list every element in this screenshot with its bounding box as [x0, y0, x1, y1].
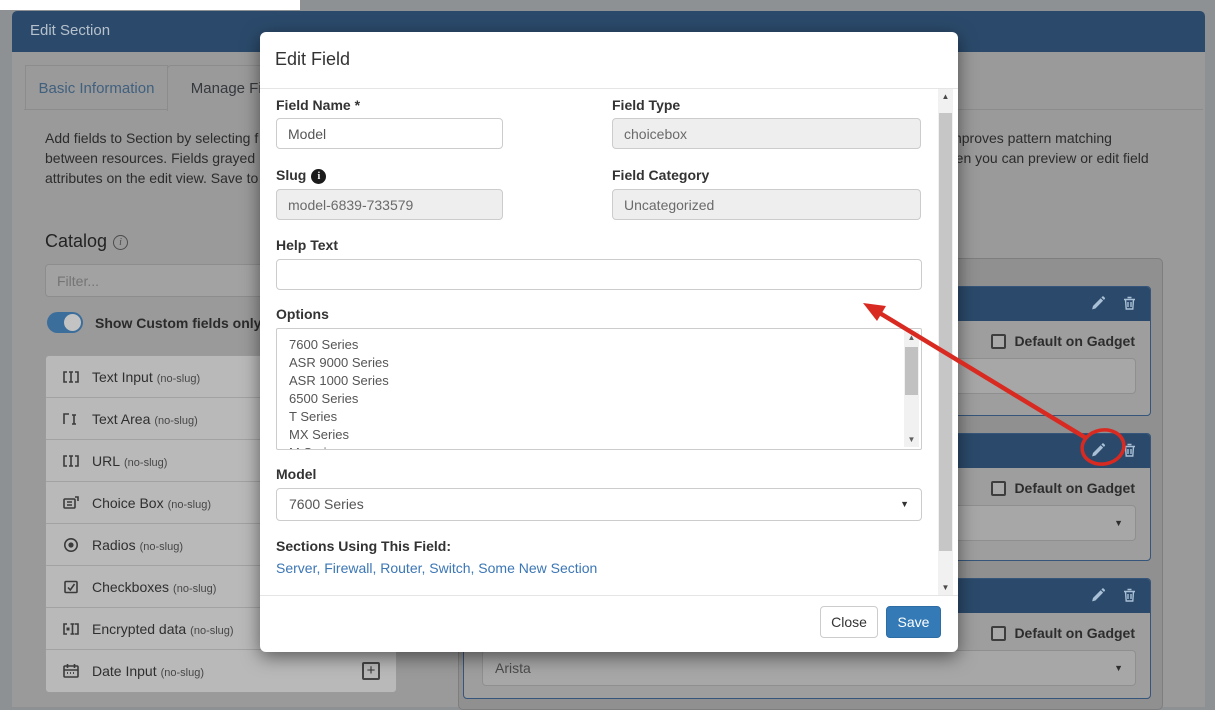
text-input-icon: [62, 368, 80, 386]
description-line: attributes on the edit view. Save to: [45, 170, 258, 186]
option-item[interactable]: M Series: [277, 444, 921, 450]
default-on-gadget-label: Default on Gadget: [1014, 625, 1135, 641]
show-custom-fields-toggle[interactable]: [47, 312, 83, 333]
top-strip: [0, 0, 300, 10]
description-line: between resources. Fields grayed: [45, 150, 255, 166]
sections-using-label: Sections Using This Field:: [276, 538, 451, 554]
delete-trash-icon[interactable]: [1122, 587, 1137, 603]
divider: [260, 595, 958, 596]
scroll-up-icon[interactable]: ▲: [938, 89, 953, 104]
save-button[interactable]: Save: [886, 606, 941, 638]
options-scrollbar[interactable]: ▲ ▼: [904, 331, 919, 447]
gadget-field-value: Arista: [495, 660, 531, 676]
dropdown-caret-icon: ▼: [900, 489, 909, 520]
url-field-icon: [62, 452, 80, 470]
field-name-input[interactable]: [276, 118, 503, 149]
options-label: Options: [276, 306, 329, 322]
field-tag: (no-slug): [154, 415, 197, 427]
field-tag: (no-slug): [190, 625, 233, 637]
checkbox-icon: [62, 578, 80, 596]
scrollbar-thumb[interactable]: [939, 113, 952, 551]
scroll-down-icon[interactable]: ▼: [938, 580, 953, 595]
model-label: Model: [276, 466, 316, 482]
field-tag: (no-slug): [157, 373, 200, 385]
divider: [260, 88, 958, 89]
description-line: Add fields to Section by selecting f: [45, 130, 258, 146]
default-on-gadget-checkbox[interactable]: [991, 626, 1006, 641]
catalog-heading: Catalog i: [45, 231, 128, 252]
help-text-label: Help Text: [276, 237, 338, 253]
field-name-label: Field Name *: [276, 97, 360, 113]
scroll-down-icon[interactable]: ▼: [904, 433, 919, 447]
option-item[interactable]: MX Series: [277, 426, 921, 444]
description-line: then you can preview or edit field: [944, 150, 1149, 166]
close-button[interactable]: Close: [820, 606, 878, 638]
description-line: improves pattern matching: [947, 130, 1112, 146]
edit-pencil-icon[interactable]: [1090, 442, 1106, 458]
default-on-gadget-label: Default on Gadget: [1014, 480, 1135, 496]
add-field-button[interactable]: +: [362, 662, 380, 680]
option-item[interactable]: ASR 1000 Series: [277, 372, 921, 390]
field-name: Date Input: [92, 663, 157, 679]
scrollbar-thumb[interactable]: [905, 347, 918, 395]
field-name: Checkboxes: [92, 579, 169, 595]
option-item[interactable]: 6500 Series: [277, 390, 921, 408]
slug-input: [276, 189, 503, 220]
field-name: Choice Box: [92, 495, 164, 511]
slug-label-text: Slug: [276, 167, 306, 183]
edit-pencil-icon[interactable]: [1090, 587, 1106, 603]
field-name: Text Input: [92, 369, 153, 385]
field-tag: (no-slug): [173, 583, 216, 595]
section-links[interactable]: Server, Firewall, Router, Switch, Some N…: [276, 560, 597, 576]
slug-label: Slugi: [276, 167, 326, 184]
field-tag: (no-slug): [161, 667, 204, 679]
field-tag: (no-slug): [124, 457, 167, 469]
toggle-label: Show Custom fields only: [95, 315, 261, 331]
help-text-input[interactable]: [276, 259, 922, 290]
modal-scrollbar[interactable]: ▲ ▼: [938, 89, 953, 595]
default-on-gadget-checkbox[interactable]: [991, 334, 1006, 349]
default-on-gadget-label: Default on Gadget: [1014, 333, 1135, 349]
edit-field-modal: Edit Field Field Name * Field Type Slugi…: [260, 32, 958, 652]
catalog-row-date-input[interactable]: Date Input (no-slug) +: [46, 650, 396, 692]
dropdown-caret-icon: ▼: [1114, 506, 1123, 540]
field-type-input: [612, 118, 921, 149]
option-item[interactable]: 7600 Series: [277, 336, 921, 354]
field-category-label: Field Category: [612, 167, 709, 183]
scroll-up-icon[interactable]: ▲: [904, 331, 919, 345]
page-title: Edit Section: [30, 22, 110, 39]
field-tag: (no-slug): [168, 499, 211, 511]
tab-basic-information[interactable]: Basic Information: [25, 65, 168, 110]
model-select-value: 7600 Series: [289, 496, 364, 512]
toggle-knob: [64, 314, 81, 331]
choice-box-icon: [62, 494, 80, 512]
option-item[interactable]: ASR 9000 Series: [277, 354, 921, 372]
field-tag: (no-slug): [140, 541, 183, 553]
encrypted-data-icon: [62, 620, 80, 638]
delete-trash-icon[interactable]: [1122, 442, 1137, 458]
field-category-input: [612, 189, 921, 220]
dropdown-caret-icon: ▼: [1114, 651, 1123, 685]
option-item[interactable]: T Series: [277, 408, 921, 426]
model-select[interactable]: 7600 Series ▼: [276, 488, 922, 521]
gadget-field-select[interactable]: Arista ▼: [482, 650, 1136, 686]
catalog-heading-text: Catalog: [45, 231, 107, 251]
screen: Edit Section Basic Information Manage Fi…: [0, 0, 1215, 707]
calendar-icon: [62, 662, 80, 680]
text-area-icon: [62, 410, 80, 428]
field-name: Text Area: [92, 411, 150, 427]
slug-info-icon[interactable]: i: [311, 169, 326, 184]
info-icon[interactable]: i: [113, 235, 128, 250]
field-name: Radios: [92, 537, 136, 553]
field-type-label: Field Type: [612, 97, 680, 113]
radio-icon: [62, 536, 80, 554]
options-listbox[interactable]: 7600 Series ASR 9000 Series ASR 1000 Ser…: [276, 328, 922, 450]
edit-pencil-icon[interactable]: [1090, 295, 1106, 311]
default-on-gadget-checkbox[interactable]: [991, 481, 1006, 496]
delete-trash-icon[interactable]: [1122, 295, 1137, 311]
modal-title: Edit Field: [275, 49, 350, 70]
field-name: URL: [92, 453, 120, 469]
field-name: Encrypted data: [92, 621, 186, 637]
